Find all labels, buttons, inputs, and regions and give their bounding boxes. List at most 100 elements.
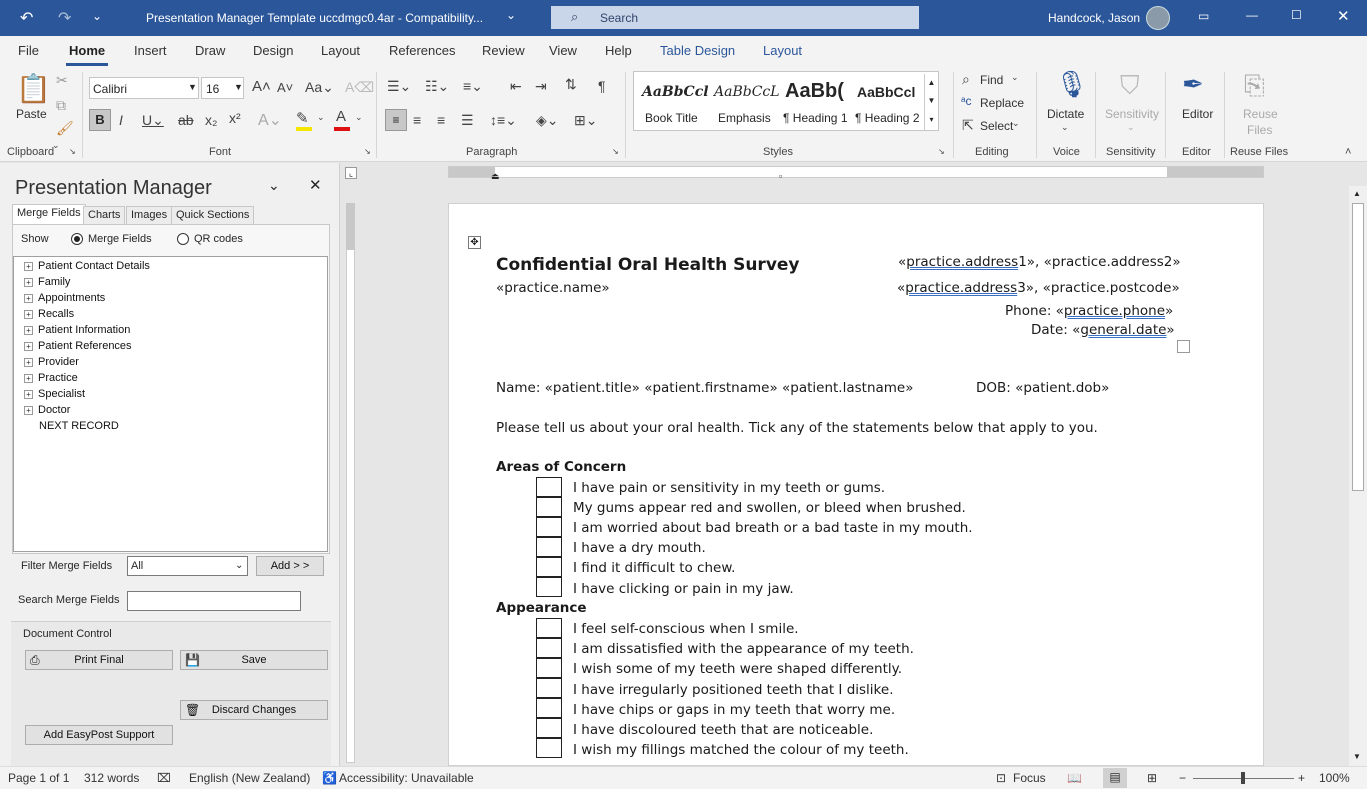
survey-item[interactable]: I have a dry mouth. <box>573 540 706 556</box>
tab-layout[interactable]: Layout <box>321 43 360 58</box>
checkbox[interactable] <box>536 517 562 537</box>
page-count[interactable]: Page 1 of 1 <box>8 771 69 785</box>
font-size-box[interactable]: 16 ▼ <box>201 77 244 99</box>
styles-scroll-down-icon[interactable]: ▼ <box>924 92 938 110</box>
strikethrough-icon[interactable]: ab <box>178 112 194 128</box>
chevron-down-icon[interactable]: ⌄ <box>1012 118 1020 129</box>
indent-marker-icon[interactable]: ⏏ <box>491 171 500 182</box>
shrink-font-icon[interactable]: A˅ <box>277 80 293 95</box>
sensitivity-button[interactable]: Sensitivity <box>1105 107 1159 121</box>
print-final-button[interactable]: ⎙ Print Final <box>25 650 173 670</box>
scroll-up-icon[interactable]: ▲ <box>1353 189 1361 198</box>
align-left-icon[interactable]: ≡ <box>385 109 407 131</box>
column-marker-icon[interactable]: ▫ <box>779 171 782 181</box>
maximize-icon[interactable]: ☐ <box>1291 8 1302 22</box>
multilevel-list-icon[interactable]: ≡⌄ <box>463 78 483 95</box>
replace-button[interactable]: Replace <box>980 96 1024 110</box>
style-label-heading2[interactable]: ¶ Heading 2 <box>855 111 920 125</box>
focus-button[interactable]: Focus <box>1013 771 1046 785</box>
radio-merge-fields[interactable] <box>71 233 83 245</box>
align-right-icon[interactable]: ≡ <box>437 112 445 128</box>
table-move-handle-icon[interactable]: ✥ <box>468 236 481 249</box>
style-preview-emphasis[interactable]: AaBbCcL <box>714 84 780 100</box>
checkbox[interactable] <box>536 738 562 758</box>
line-spacing-icon[interactable]: ↕≡⌄ <box>490 112 517 129</box>
align-center-icon[interactable]: ≡ <box>413 112 421 128</box>
find-button[interactable]: Find <box>980 73 1003 87</box>
checkbox[interactable] <box>536 577 562 597</box>
reuse-label[interactable]: Reuse <box>1243 107 1278 121</box>
language[interactable]: English (New Zealand) <box>189 771 310 785</box>
tree-item[interactable]: + Doctor <box>24 404 70 416</box>
style-preview-heading2[interactable]: AaBbCcl <box>857 84 915 100</box>
tab-quick-sections[interactable]: Quick Sections <box>171 206 255 224</box>
survey-item[interactable]: I have pain or sensitivity in my teeth o… <box>573 480 885 496</box>
table-resize-handle[interactable] <box>1177 340 1190 353</box>
minimize-icon[interactable]: — <box>1246 8 1258 22</box>
tree-item[interactable]: NEXT RECORD <box>39 420 119 432</box>
dictate-button[interactable]: Dictate <box>1047 107 1084 121</box>
intro-text[interactable]: Please tell us about your oral health. T… <box>496 420 1098 436</box>
italic-icon[interactable]: I <box>119 112 123 128</box>
document-title[interactable]: Confidential Oral Health Survey <box>496 255 800 275</box>
tab-insert[interactable]: Insert <box>134 43 167 58</box>
tree-item[interactable]: + Recalls <box>24 308 74 320</box>
tree-item[interactable]: + Family <box>24 276 70 288</box>
clipboard-launcher-icon[interactable]: ↘ <box>69 147 76 156</box>
tab-table-layout[interactable]: Layout <box>763 43 802 58</box>
radio-qr-codes[interactable] <box>177 233 189 245</box>
survey-item[interactable]: I have chips or gaps in my teeth that wo… <box>573 702 895 718</box>
chevron-down-icon[interactable]: ⌄ <box>355 112 363 123</box>
checkbox[interactable] <box>536 718 562 738</box>
survey-item[interactable]: I wish my fillings matched the colour of… <box>573 742 909 758</box>
font-color-icon[interactable]: A <box>336 108 346 125</box>
styles-more-icon[interactable]: ▾ <box>924 110 938 130</box>
survey-item[interactable]: My gums appear red and swollen, or bleed… <box>573 500 966 516</box>
checkbox[interactable] <box>536 557 562 577</box>
practice-phone[interactable]: Phone: «practice.phone» <box>1005 303 1173 319</box>
paste-icon[interactable]: 📋 <box>16 72 51 105</box>
styles-launcher-icon[interactable]: ↘ <box>938 147 945 156</box>
tab-view[interactable]: View <box>549 43 577 58</box>
tab-selector-icon[interactable]: ⌞ <box>345 167 357 179</box>
tab-review[interactable]: Review <box>482 43 525 58</box>
checkbox[interactable] <box>536 658 562 678</box>
add-button[interactable]: Add > > <box>256 556 324 576</box>
highlight-icon[interactable]: ✎ <box>296 109 309 127</box>
ribbon-display-icon[interactable]: ▭ <box>1198 9 1209 23</box>
tab-merge-fields[interactable]: Merge Fields <box>12 204 86 225</box>
patient-name-line[interactable]: Name: «patient.title» «patient.firstname… <box>496 380 914 396</box>
chevron-down-icon[interactable]: ⌄ <box>1061 122 1069 133</box>
clear-formatting-icon[interactable]: A⌫ <box>345 79 374 96</box>
grow-font-icon[interactable]: A˄ <box>252 78 271 95</box>
numbering-icon[interactable]: ☷⌄ <box>425 78 449 95</box>
checkbox[interactable] <box>536 618 562 638</box>
tab-file[interactable]: File <box>18 43 39 58</box>
editor-icon[interactable]: ✒ <box>1182 69 1204 100</box>
tree-item[interactable]: + Provider <box>24 356 79 368</box>
format-painter-icon[interactable]: 🖌 <box>56 120 74 137</box>
shading-icon[interactable]: ◈⌄ <box>536 112 559 129</box>
paste-button[interactable]: Paste <box>16 107 47 121</box>
customize-qat-icon[interactable]: ⌄ <box>92 9 102 23</box>
proofing-icon[interactable]: ⌧ <box>157 771 171 785</box>
zoom-slider-thumb[interactable] <box>1241 772 1245 784</box>
checkbox[interactable] <box>536 678 562 698</box>
zoom-out-icon[interactable]: − <box>1179 771 1186 785</box>
style-preview-book-title[interactable]: AaBbCcl <box>642 84 709 100</box>
radio-merge-fields-label[interactable]: Merge Fields <box>88 233 152 245</box>
survey-item[interactable]: I am worried about bad breath or a bad t… <box>573 520 973 536</box>
patient-dob-line[interactable]: DOB: «patient.dob» <box>976 380 1109 396</box>
web-layout-icon[interactable]: ⊞ <box>1147 771 1157 785</box>
checkbox[interactable] <box>536 477 562 497</box>
styles-scroll-up-icon[interactable]: ▲ <box>924 74 938 92</box>
user-name[interactable]: Handcock, Jason <box>1048 11 1140 25</box>
save-button[interactable]: 💾 Save <box>180 650 328 670</box>
survey-item[interactable]: I have discoloured teeth that are notice… <box>573 722 873 738</box>
add-easypost-button[interactable]: Add EasyPost Support <box>25 725 173 745</box>
tree-item[interactable]: + Appointments <box>24 292 105 304</box>
print-layout-icon[interactable]: ▤ <box>1103 768 1127 788</box>
tree-item[interactable]: + Practice <box>24 372 78 384</box>
checkbox[interactable] <box>536 698 562 718</box>
vertical-scrollbar[interactable]: ▲ ▼ <box>1349 186 1367 766</box>
